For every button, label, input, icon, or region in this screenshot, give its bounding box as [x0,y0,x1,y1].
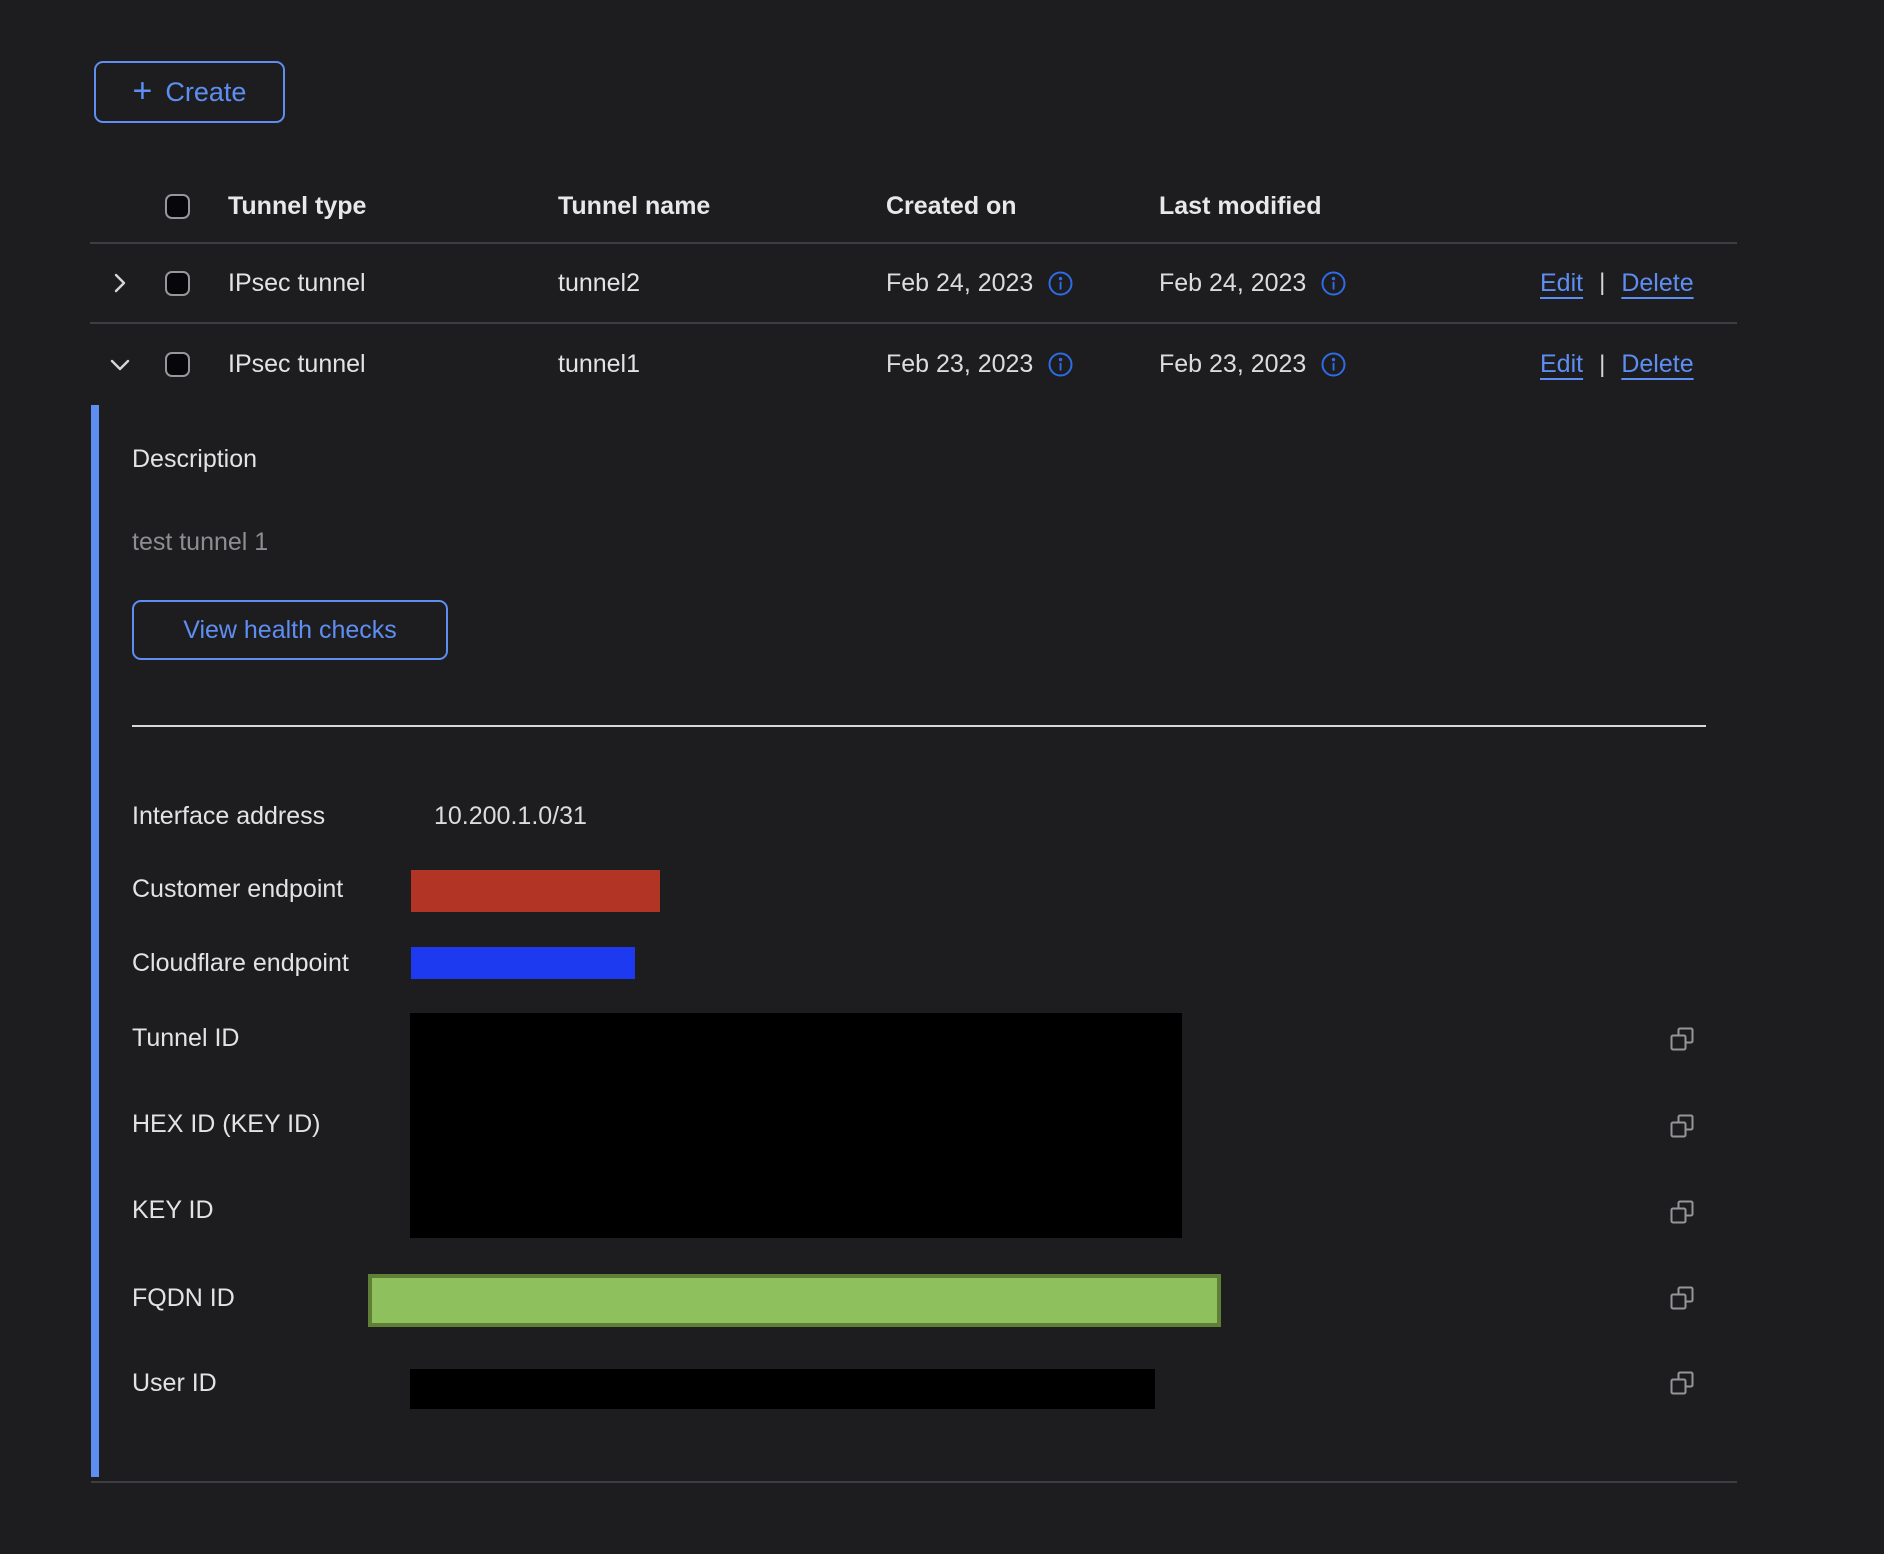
view-health-checks-button[interactable]: View health checks [132,600,448,660]
table-row: IPsec tunnel tunnel2 Feb 24, 2023 Feb 24… [90,244,1737,324]
fqdn-id-redaction [368,1274,1221,1327]
info-icon[interactable] [1320,270,1347,297]
cloudflare-endpoint-label: Cloudflare endpoint [132,947,349,979]
copy-icon [1667,1283,1697,1313]
column-header-tunnel-type: Tunnel type [228,192,558,221]
info-icon[interactable] [1320,351,1347,378]
table-row: IPsec tunnel tunnel1 Feb 23, 2023 Feb 23… [90,324,1737,405]
fqdn-id-label: FQDN ID [132,1282,235,1314]
copy-key-id-button[interactable] [1667,1197,1697,1227]
row-checkbox[interactable] [165,271,190,296]
collapse-row-button[interactable] [105,350,135,380]
last-modified-cell: Feb 23, 2023 [1159,350,1306,379]
info-icon[interactable] [1047,351,1074,378]
select-all-checkbox[interactable] [165,194,190,219]
tunnel-detail-panel: Description test tunnel 1 View health ch… [91,405,1737,1481]
delete-link[interactable]: Delete [1621,350,1693,379]
edit-link[interactable]: Edit [1540,350,1583,379]
cloudflare-endpoint-redaction [411,947,635,979]
create-button-label: Create [165,77,246,108]
tunnel-id-label: Tunnel ID [132,1022,239,1054]
hex-id-label: HEX ID (KEY ID) [132,1108,320,1140]
tunnels-page: { "colors": { "accent_blue": "#5e8ef2", … [0,0,1884,1554]
chevron-down-icon [107,352,133,378]
copy-icon [1667,1197,1697,1227]
column-header-tunnel-name: Tunnel name [558,192,886,221]
tunnel-type-cell: IPsec tunnel [228,269,558,298]
panel-bottom-border [91,1481,1737,1483]
plus-icon: + [133,74,153,108]
tunnel-name-cell: tunnel2 [558,269,886,298]
chevron-right-icon [107,270,133,296]
customer-endpoint-label: Customer endpoint [132,873,343,905]
description-value: test tunnel 1 [132,528,268,557]
expand-row-button[interactable] [105,268,135,298]
customer-endpoint-redaction [411,870,660,912]
interface-address-value: 10.200.1.0/31 [434,800,587,832]
user-id-label: User ID [132,1367,217,1399]
row-checkbox[interactable] [165,352,190,377]
tunnel-name-cell: tunnel1 [558,350,886,379]
section-divider [132,725,1706,727]
key-id-label: KEY ID [132,1194,214,1226]
tunnel-type-cell: IPsec tunnel [228,350,558,379]
copy-hex-id-button[interactable] [1667,1111,1697,1141]
info-icon[interactable] [1047,270,1074,297]
user-id-redaction [410,1369,1155,1409]
table-header: Tunnel type Tunnel name Created on Last … [90,170,1737,244]
create-button[interactable]: + Create [94,61,285,123]
edit-link[interactable]: Edit [1540,269,1583,298]
created-on-cell: Feb 24, 2023 [886,269,1033,298]
copy-user-id-button[interactable] [1667,1368,1697,1398]
created-on-cell: Feb 23, 2023 [886,350,1033,379]
description-label: Description [132,445,257,474]
column-header-created-on: Created on [886,192,1159,221]
delete-link[interactable]: Delete [1621,269,1693,298]
copy-fqdn-id-button[interactable] [1667,1283,1697,1313]
interface-address-label: Interface address [132,800,325,832]
column-header-last-modified: Last modified [1159,192,1540,221]
copy-icon [1667,1111,1697,1141]
link-separator: | [1599,351,1605,379]
link-separator: | [1599,269,1605,297]
copy-tunnel-id-button[interactable] [1667,1024,1697,1054]
tunnel-id-redaction [410,1013,1182,1238]
copy-icon [1667,1024,1697,1054]
last-modified-cell: Feb 24, 2023 [1159,269,1306,298]
copy-icon [1667,1368,1697,1398]
